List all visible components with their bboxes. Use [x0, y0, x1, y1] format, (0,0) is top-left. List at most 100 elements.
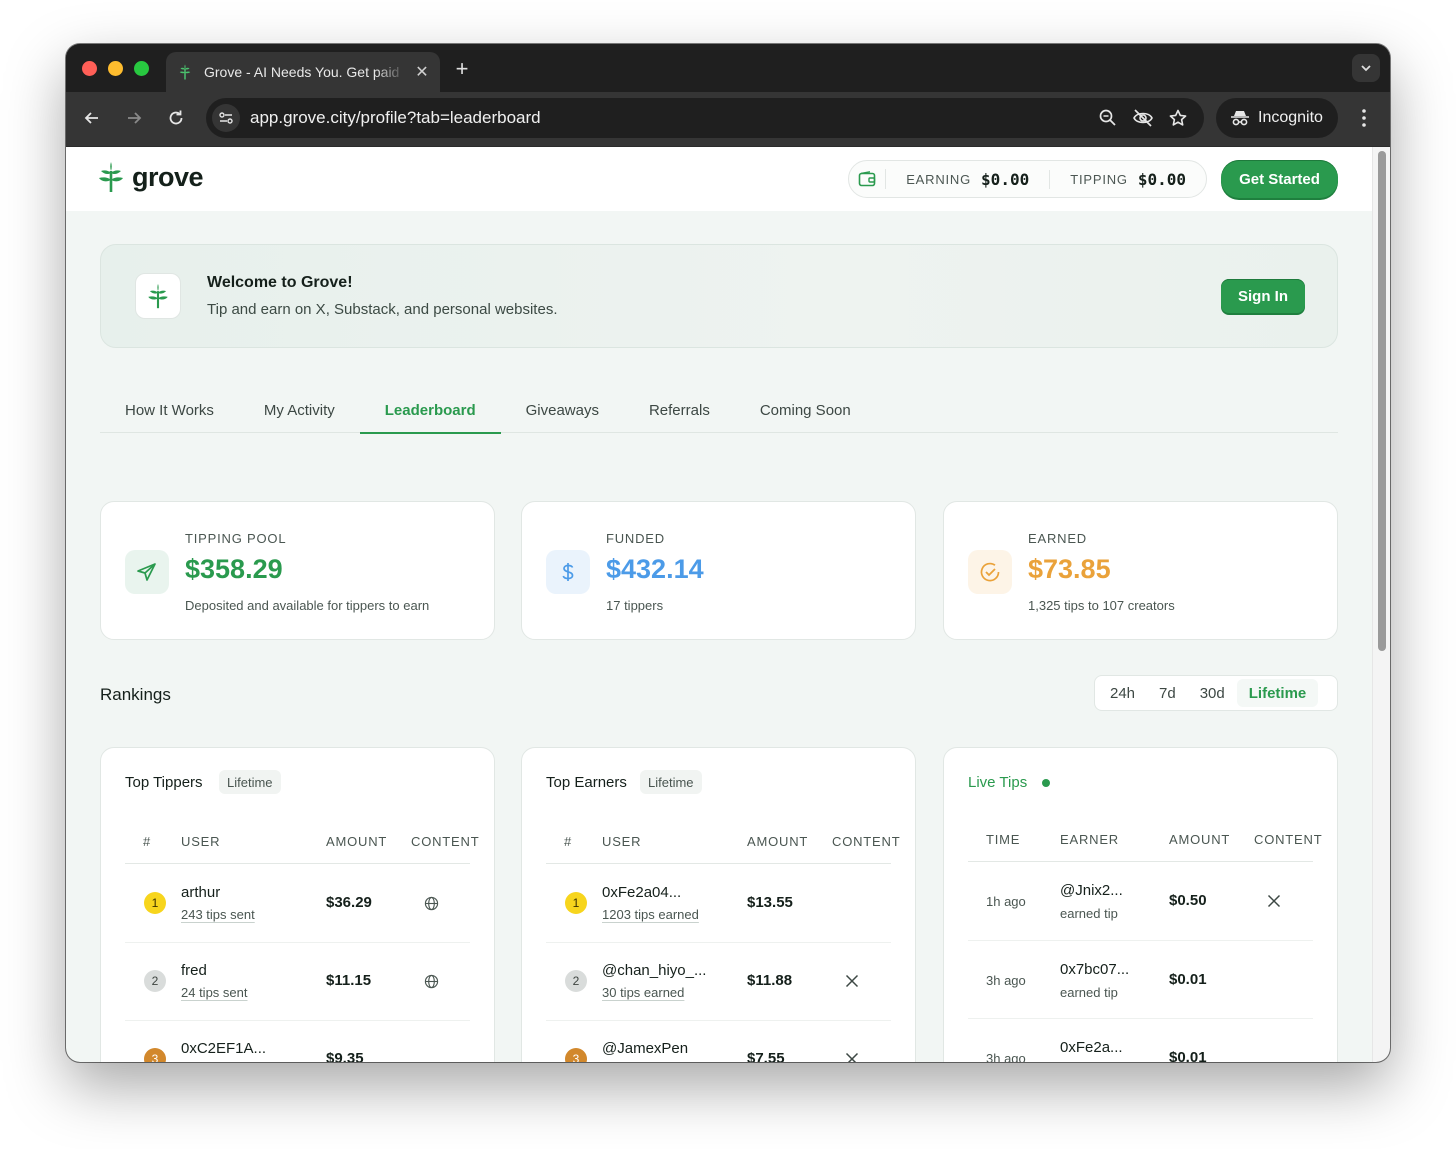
period-badge: Lifetime [640, 770, 702, 794]
balance-pill[interactable]: EARNING $0.00 TIPPING $0.00 [848, 160, 1207, 198]
stat-label: FUNDED [606, 531, 665, 546]
column-header: CONTENT [832, 834, 901, 849]
rank-badge: 3 [144, 1048, 166, 1062]
earner-name[interactable]: @Jnix2... [1060, 882, 1123, 899]
sign-in-button[interactable]: Sign In [1221, 279, 1305, 313]
forward-button[interactable] [122, 106, 146, 130]
incognito-indicator[interactable]: Incognito [1216, 98, 1338, 138]
site-settings-icon[interactable] [212, 104, 240, 132]
row-divider [968, 1018, 1313, 1019]
tab-leaderboard[interactable]: Leaderboard [359, 387, 501, 434]
maximize-window-button[interactable] [134, 61, 149, 76]
back-button[interactable] [80, 106, 104, 130]
user-name[interactable]: 0xFe2a04... [602, 884, 681, 901]
earner-name[interactable]: 0x7bc07... [1060, 961, 1129, 978]
card-title: Top Tippers [125, 774, 203, 791]
period-lifetime[interactable]: Lifetime [1236, 679, 1319, 707]
row-divider [546, 1020, 891, 1021]
globe-icon[interactable] [423, 973, 439, 989]
column-header: USER [602, 834, 642, 849]
card-title: Live Tips [968, 774, 1028, 791]
tab-how-it-works[interactable]: How It Works [100, 387, 239, 433]
site-header: grove EARNING $0.00 TIPPING $0.00 Get St… [66, 147, 1372, 211]
check-circle-icon [968, 550, 1012, 594]
browser-menu-button[interactable] [1354, 106, 1374, 135]
user-subtitle: 24 tips sent [181, 985, 248, 1000]
top-tippers-card: Top Tippers Lifetime # USER AMOUNT CONTE… [100, 747, 495, 1062]
user-name[interactable]: @chan_hiyo_... [602, 962, 706, 979]
tip-time: 1h ago [986, 894, 1026, 909]
eye-off-icon[interactable] [1132, 108, 1154, 128]
period-7d[interactable]: 7d [1147, 679, 1188, 707]
card-title: Top Earners [546, 774, 627, 791]
tip-time: 3h ago [986, 1051, 1026, 1062]
arrow-right-icon [128, 112, 142, 124]
rank-badge: 1 [565, 892, 587, 914]
browser-tab[interactable]: Grove - AI Needs You. Get paid ✕ [166, 52, 440, 92]
x-icon[interactable] [844, 973, 860, 989]
rank-badge: 2 [144, 970, 166, 992]
row-divider [125, 1020, 470, 1021]
tab-giveaways[interactable]: Giveaways [501, 387, 624, 433]
page-scrollbar[interactable] [1372, 147, 1390, 1062]
user-subtitle: 243 tips sent [181, 907, 255, 922]
wallet-icon [849, 169, 887, 189]
minimize-window-button[interactable] [108, 61, 123, 76]
earning-label: EARNING [906, 171, 972, 187]
grove-leaf-icon [135, 273, 181, 319]
page-content: grove EARNING $0.00 TIPPING $0.00 Get St… [66, 147, 1372, 1062]
tab-my-activity[interactable]: My Activity [239, 387, 360, 433]
period-24h[interactable]: 24h [1098, 679, 1147, 707]
grove-logo[interactable]: grove [98, 161, 204, 193]
tab-close-icon[interactable]: ✕ [414, 62, 430, 82]
tab-title: Grove - AI Needs You. Get paid [204, 64, 400, 80]
column-header: CONTENT [1254, 832, 1323, 847]
column-header: TIME [986, 832, 1021, 847]
new-tab-button[interactable]: + [452, 56, 472, 82]
period-30d[interactable]: 30d [1188, 679, 1237, 707]
user-name[interactable]: 0xC2EF1A... [181, 1040, 266, 1057]
tipping-balance: TIPPING $0.00 [1049, 169, 1206, 189]
earner-name[interactable]: 0xFe2a... [1060, 1039, 1123, 1056]
amount: $36.29 [326, 894, 372, 911]
get-started-button[interactable]: Get Started [1221, 160, 1338, 198]
x-icon[interactable] [1266, 893, 1282, 909]
scrollbar-thumb[interactable] [1378, 151, 1386, 651]
star-icon[interactable] [1168, 108, 1188, 128]
amount: $11.88 [747, 972, 793, 989]
reload-icon [169, 110, 183, 125]
tab-coming-soon[interactable]: Coming Soon [735, 387, 876, 433]
url-text[interactable]: app.grove.city/profile?tab=leaderboard [250, 108, 1098, 128]
x-icon[interactable] [844, 1051, 860, 1062]
column-header: # [564, 834, 573, 849]
amount: $13.55 [747, 894, 793, 911]
user-name[interactable]: @JamexPen [602, 1040, 688, 1057]
reload-button[interactable] [164, 106, 188, 130]
send-icon [125, 550, 169, 594]
column-header: # [143, 834, 152, 849]
top-earners-card: Top Earners Lifetime # USER AMOUNT CONTE… [521, 747, 916, 1062]
earned-card: EARNED $73.85 1,325 tips to 107 creators [943, 501, 1338, 640]
close-window-button[interactable] [82, 61, 97, 76]
address-bar[interactable]: app.grove.city/profile?tab=leaderboard [206, 98, 1204, 138]
column-header: CONTENT [411, 834, 480, 849]
amount: $0.50 [1169, 892, 1207, 909]
stat-subtitle: Deposited and available for tippers to e… [185, 598, 430, 613]
row-divider [968, 940, 1313, 941]
user-name[interactable]: arthur [181, 884, 220, 901]
column-header: AMOUNT [1169, 832, 1231, 847]
globe-icon[interactable] [423, 895, 439, 911]
funded-card: FUNDED $432.14 17 tippers [521, 501, 916, 640]
stat-value: $73.85 [1028, 554, 1111, 584]
amount: $0.01 [1169, 1049, 1207, 1062]
earning-balance: EARNING $0.00 [886, 170, 1049, 189]
user-name[interactable]: fred [181, 962, 207, 979]
tab-search-button[interactable] [1352, 54, 1380, 82]
period-selector: 24h 7d 30d Lifetime [1094, 675, 1338, 711]
rank-badge: 3 [565, 1048, 587, 1062]
earner-subtitle: earned tip [1060, 906, 1118, 921]
amount: $0.01 [1169, 971, 1207, 988]
zoom-icon[interactable] [1098, 108, 1118, 128]
tab-referrals[interactable]: Referrals [624, 387, 735, 433]
live-tips-card: Live Tips TIME EARNER AMOUNT CONTENT 1h … [943, 747, 1338, 1062]
